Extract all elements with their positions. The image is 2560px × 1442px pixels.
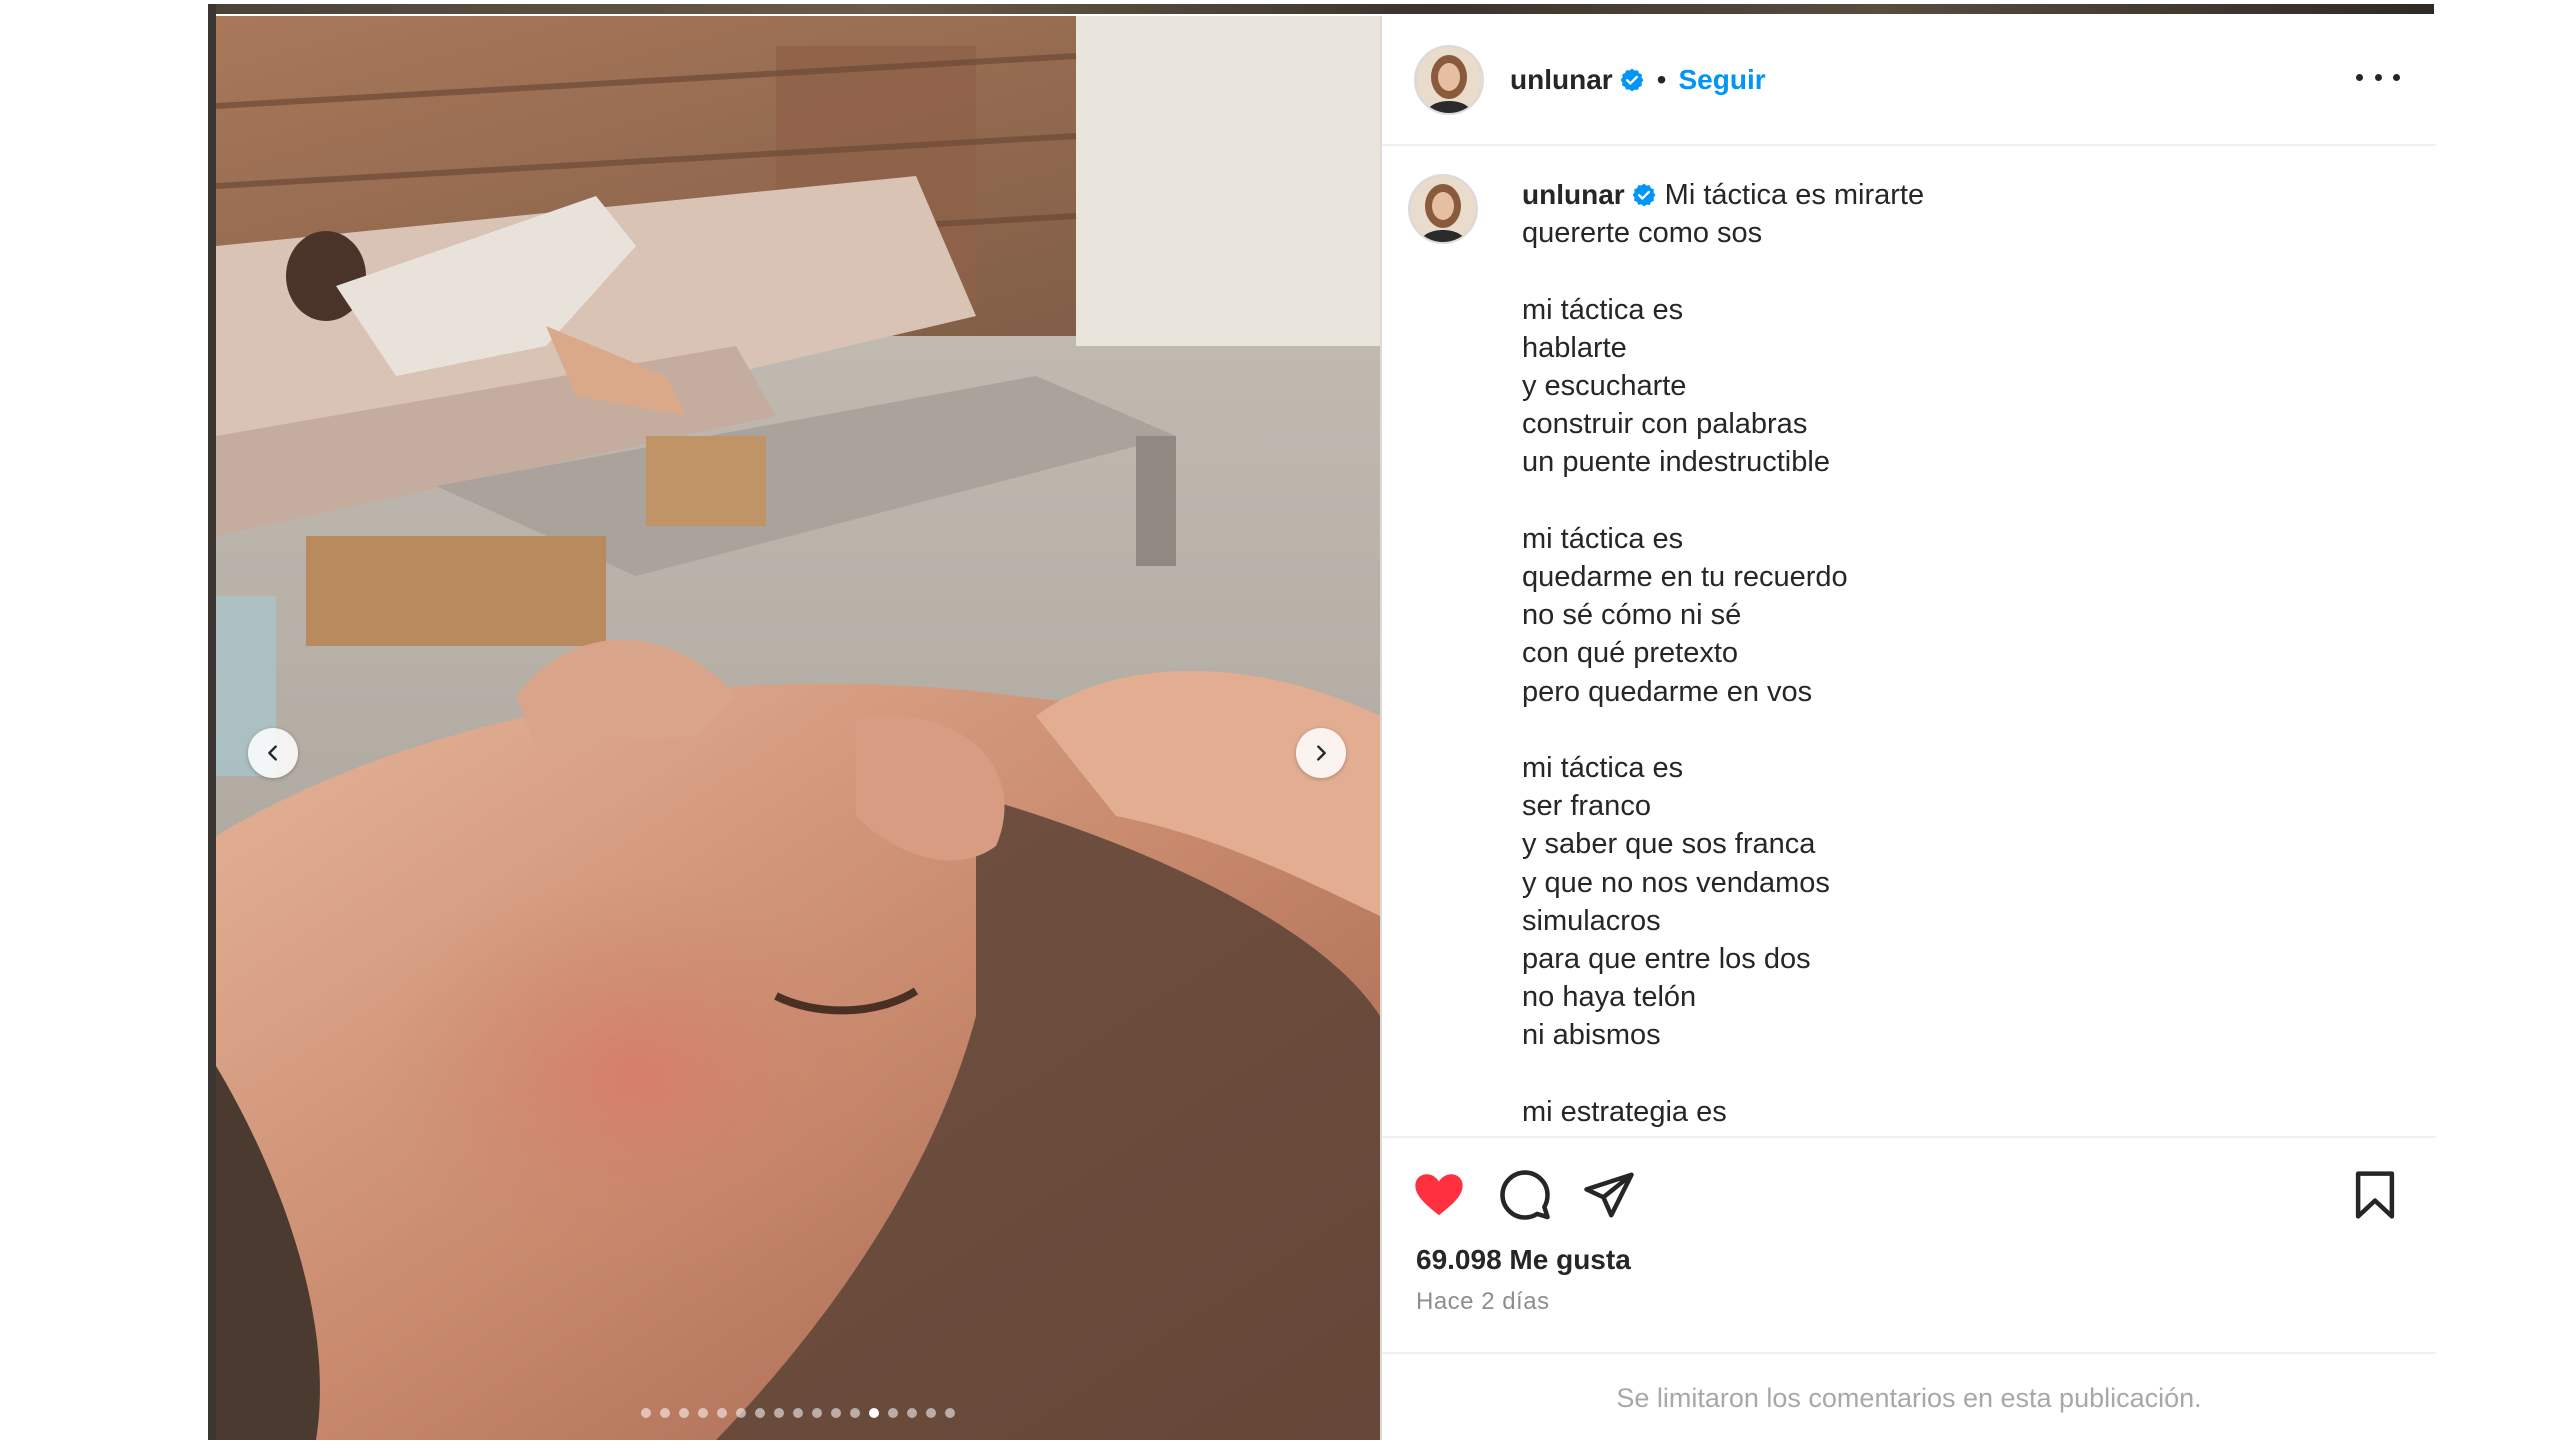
carousel-dot: [850, 1408, 860, 1418]
previous-slide-button[interactable]: [248, 728, 298, 778]
carousel-dot: [774, 1408, 784, 1418]
action-bar: [1382, 1136, 2436, 1238]
bookmark-icon[interactable]: [2348, 1168, 2402, 1222]
caption-avatar[interactable]: [1408, 174, 1478, 244]
carousel-dot: [755, 1408, 765, 1418]
avatar-image: [1416, 47, 1482, 113]
post-username[interactable]: unlunar: [1510, 64, 1613, 96]
background-edge: [208, 4, 216, 1440]
post-time[interactable]: Hace 2 días: [1416, 1288, 1550, 1316]
carousel-dot: [888, 1408, 898, 1418]
verified-badge-icon: [1632, 183, 1656, 207]
caption-username[interactable]: unlunar: [1522, 179, 1625, 210]
carousel-dot: [736, 1408, 746, 1418]
next-slide-button[interactable]: [1296, 728, 1346, 778]
avatar-image: [1410, 176, 1476, 242]
likes-count[interactable]: 69.098 Me gusta: [1416, 1244, 1631, 1276]
instagram-post-frame: unlunar • Seguir unlunar Mi táctica es mi…: [208, 4, 2436, 1440]
heart-icon[interactable]: [1412, 1168, 1466, 1222]
verified-badge-icon: [1620, 68, 1644, 92]
post-side-panel: unlunar • Seguir unlunar Mi táctica es mi…: [1380, 16, 2436, 1440]
post-photo[interactable]: [216, 16, 1380, 1440]
carousel-dot: [945, 1408, 955, 1418]
chevron-left-icon: [268, 745, 277, 761]
carousel-dot: [660, 1408, 670, 1418]
caption-area: unlunar Mi táctica es mirarte quererte co…: [1382, 146, 2436, 1136]
carousel-dot: [717, 1408, 727, 1418]
caption-first-line: Mi táctica es mirarte: [1664, 179, 1925, 211]
post-header: unlunar • Seguir: [1382, 16, 2436, 146]
header-separator: •: [1656, 64, 1667, 95]
carousel-dot: [869, 1408, 879, 1418]
chevron-right-icon: [1317, 745, 1326, 761]
carousel-dot: [831, 1408, 841, 1418]
caption-text: unlunar Mi táctica es mirarte quererte co…: [1522, 176, 2402, 1131]
follow-button[interactable]: Seguir: [1678, 64, 1765, 96]
background-strip: [208, 4, 2434, 14]
carousel-dot: [907, 1408, 917, 1418]
photo-illustration: [216, 16, 1380, 1440]
carousel-dot: [812, 1408, 822, 1418]
carousel-indicator: [216, 1408, 1380, 1418]
comment-icon[interactable]: [1498, 1168, 1552, 1222]
carousel-dot: [679, 1408, 689, 1418]
caption-body: quererte como sos mi táctica es hablarte…: [1522, 217, 1848, 1128]
carousel-dot: [698, 1408, 708, 1418]
comments-limited-notice: Se limitaron los comentarios en esta pub…: [1382, 1352, 2436, 1442]
carousel-dot: [926, 1408, 936, 1418]
share-icon[interactable]: [1582, 1168, 1636, 1222]
carousel-dot: [793, 1408, 803, 1418]
avatar[interactable]: [1414, 45, 1484, 115]
more-options-icon[interactable]: [2356, 62, 2400, 92]
carousel-dot: [641, 1408, 651, 1418]
